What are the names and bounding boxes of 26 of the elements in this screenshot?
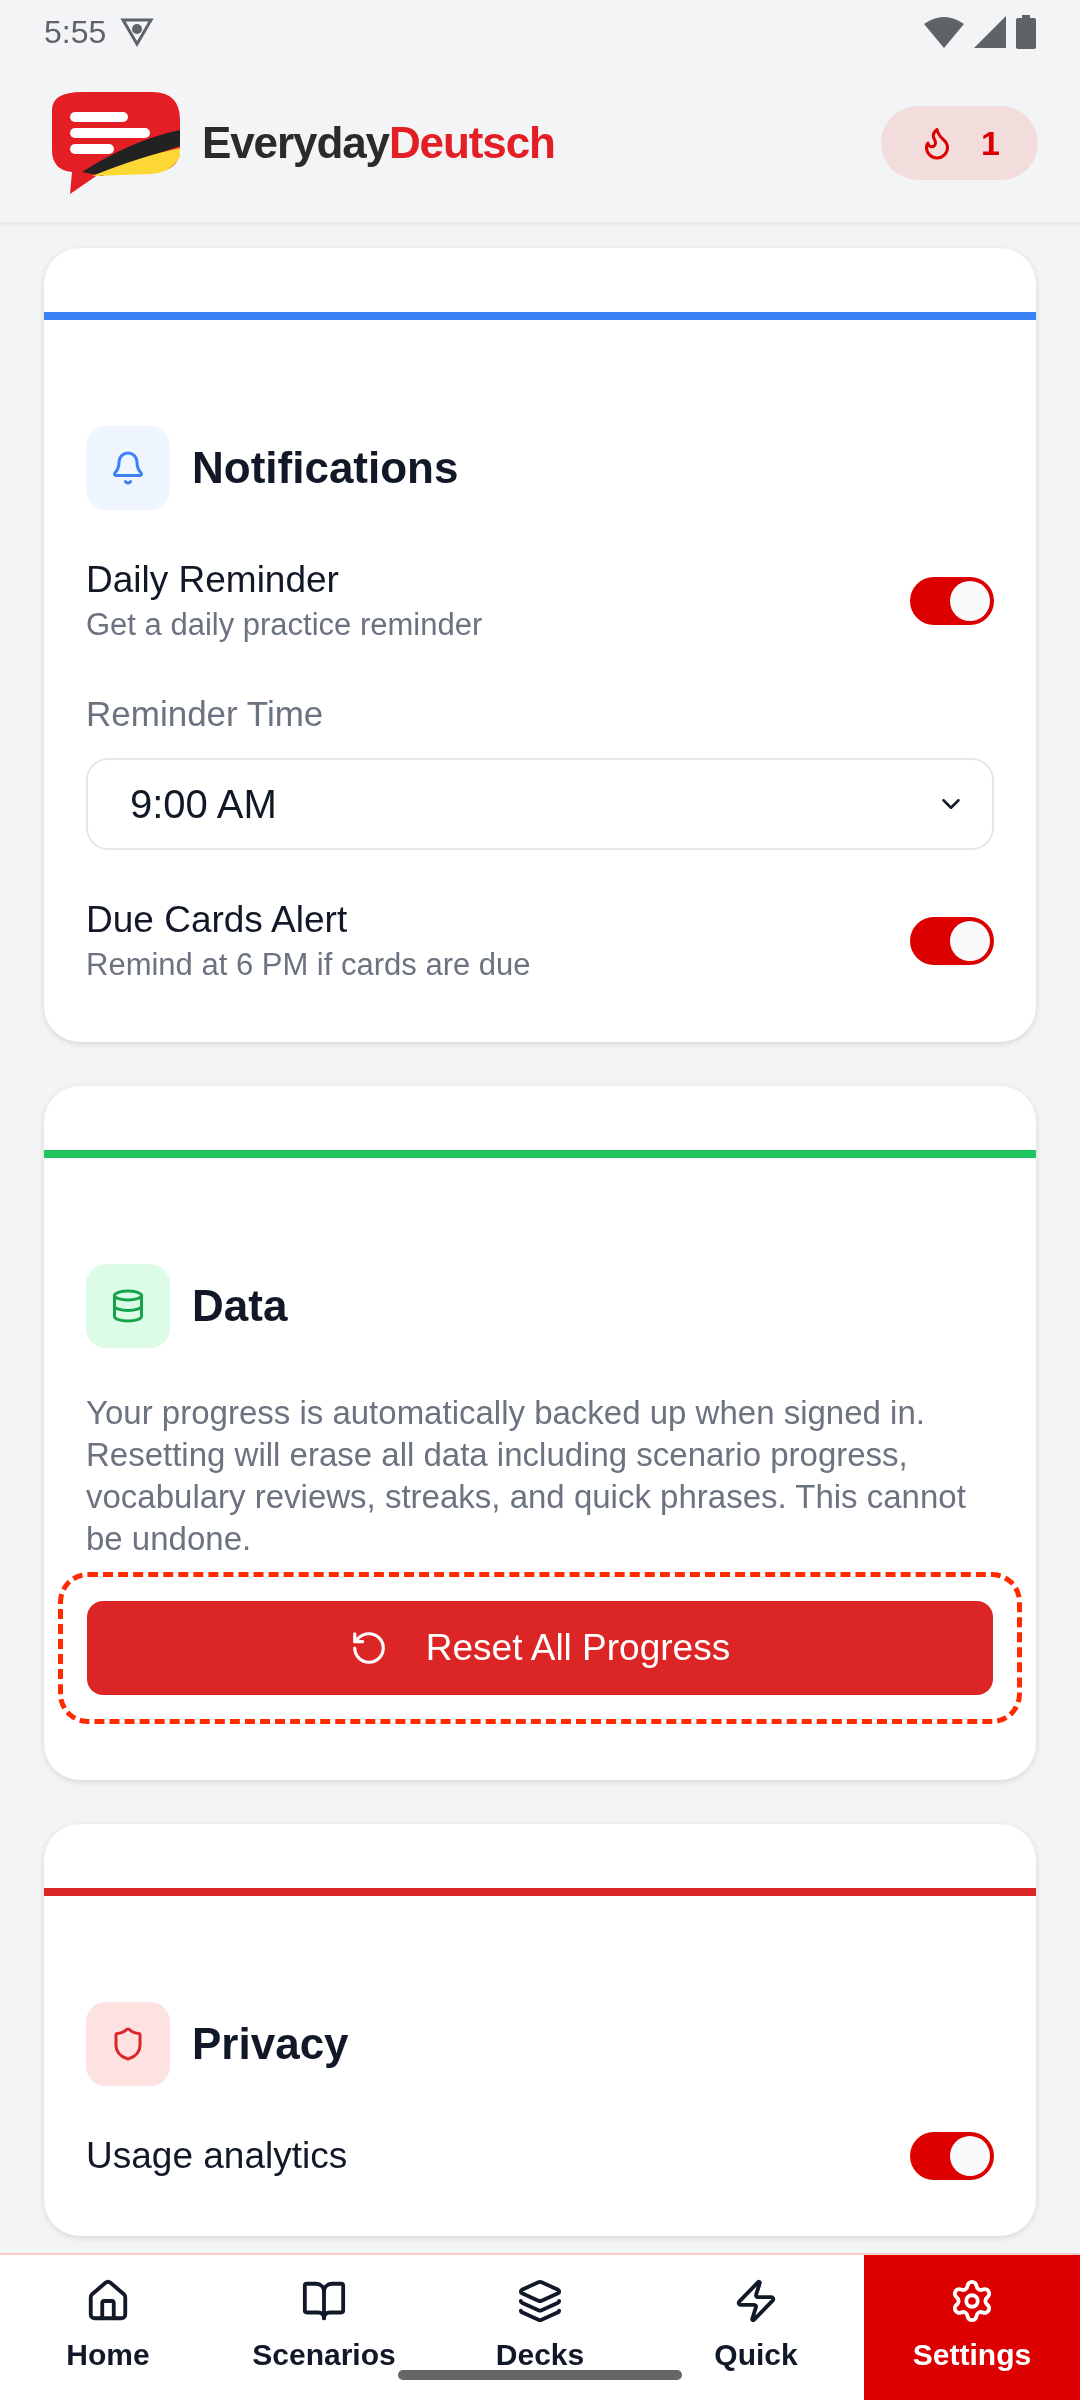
setting-description: Get a daily practice reminder — [86, 606, 483, 644]
streak-badge[interactable]: 1 — [881, 106, 1038, 180]
data-description: Your progress is automatically backed up when signed in. Resetting will erase all data including scenario progress, vocabulary reviews, streaks, and quick phrases. This cannot be undone. — [86, 1393, 967, 1559]
setting-description: Remind at 6 PM if cards are due — [86, 946, 531, 984]
battery-icon — [1016, 15, 1036, 49]
section-title: Notifications — [192, 442, 459, 494]
wifi-icon — [924, 16, 964, 48]
brand-name: EverydayDeutsch — [202, 117, 555, 169]
signal-icon — [974, 16, 1006, 48]
toggle-switch[interactable] — [910, 577, 994, 625]
setting-label: Due Cards Alert — [86, 898, 349, 942]
nav-tab[interactable]: Settings — [864, 2255, 1080, 2400]
shield-icon — [86, 2002, 170, 2086]
toggle-switch[interactable] — [910, 2132, 994, 2180]
setting-label: Usage analytics — [86, 2134, 348, 2178]
database-icon — [86, 1264, 170, 1348]
bell-icon — [86, 426, 170, 510]
toggle-switch[interactable] — [910, 917, 994, 965]
reset-button[interactable]: Reset All Progress — [87, 1601, 993, 1695]
setting-label: Daily Reminder — [86, 558, 340, 602]
layers-icon — [517, 2278, 563, 2324]
section-title: Privacy — [192, 2018, 349, 2070]
time-select[interactable]: 9:00 AM — [86, 758, 994, 850]
status-time: 5:55 — [44, 13, 107, 52]
section-title: Data — [192, 1280, 288, 1332]
field-label: Reminder Time — [86, 693, 325, 735]
